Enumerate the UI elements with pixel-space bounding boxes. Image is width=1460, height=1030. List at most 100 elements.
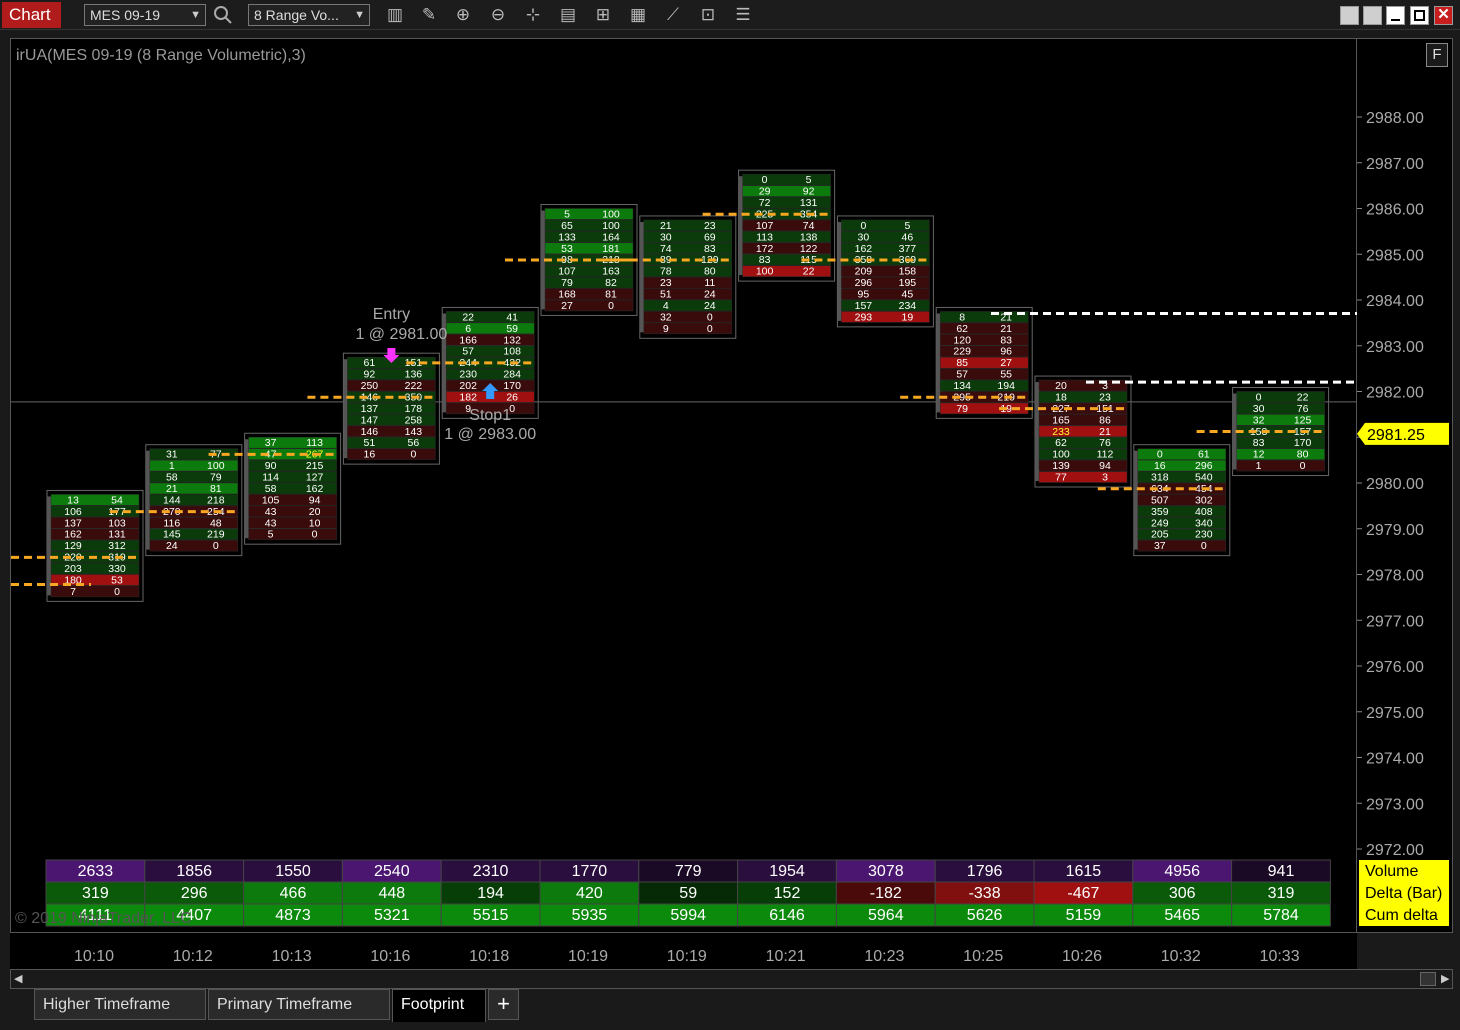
horizontal-scrollbar[interactable]: ◀ ▶ bbox=[10, 969, 1453, 989]
chart-title[interactable]: Chart bbox=[2, 2, 61, 28]
bid-volume: 296 bbox=[855, 277, 873, 289]
footprint-cell bbox=[1236, 391, 1325, 403]
scroll-left-icon[interactable]: ◀ bbox=[14, 972, 22, 985]
ask-volume: 61 bbox=[1198, 449, 1210, 461]
time-label: 10:33 bbox=[1260, 948, 1300, 965]
bid-volume: 74 bbox=[660, 243, 672, 255]
bid-volume: 146 bbox=[361, 426, 379, 438]
time-axis[interactable]: 10:10 10:12 10:13 10:16 10:18 10:19 10:19 10:21… bbox=[10, 933, 1357, 969]
indicators-icon[interactable]: ▦ bbox=[627, 4, 649, 26]
delta-cell-value: 319 bbox=[1268, 885, 1295, 902]
footprint-cell bbox=[1137, 539, 1227, 552]
templates-icon[interactable]: ⊡ bbox=[697, 4, 719, 26]
footprint-cell bbox=[544, 219, 634, 232]
time-label: 10:32 bbox=[1161, 948, 1201, 965]
bid-volume: 61 bbox=[364, 357, 376, 369]
close-icon[interactable]: ✕ bbox=[1434, 6, 1453, 25]
ask-volume: 0 bbox=[114, 586, 120, 598]
ask-volume: 112 bbox=[1097, 449, 1114, 461]
footprint-cell bbox=[149, 471, 239, 483]
time-label: 10:10 bbox=[74, 948, 114, 965]
price-label: 2983.00 bbox=[1366, 339, 1424, 356]
bar-type-selector[interactable]: 8 Range Vo... ▼ bbox=[248, 4, 370, 26]
ask-volume: 22 bbox=[803, 266, 815, 278]
footprint-cell bbox=[445, 311, 535, 323]
drawing-tool-icon[interactable]: ✎ bbox=[418, 4, 440, 26]
chevron-down-icon: ▼ bbox=[190, 9, 201, 21]
footprint-cell bbox=[1038, 437, 1128, 449]
bid-volume: 58 bbox=[166, 472, 178, 484]
minimize-icon[interactable] bbox=[1386, 6, 1405, 25]
ask-volume: 83 bbox=[704, 243, 716, 255]
strategies-icon[interactable]: ⟋ bbox=[662, 4, 684, 26]
zoom-in-icon[interactable]: ⊕ bbox=[452, 4, 474, 26]
tab-higher-timeframe[interactable]: Higher Timeframe bbox=[34, 989, 206, 1020]
ask-volume: 53 bbox=[111, 574, 123, 586]
footprint-cell bbox=[643, 276, 733, 289]
data-box-icon[interactable]: ▤ bbox=[557, 4, 579, 26]
bid-volume: 57 bbox=[956, 369, 968, 381]
ask-volume: 0 bbox=[213, 540, 219, 552]
price-axis-svg: 2988.00 2987.00 2986.00 2985.00 2984.00 2983.… bbox=[1357, 110, 1449, 926]
scrollbar-thumb[interactable] bbox=[1420, 972, 1436, 986]
instrument-selector[interactable]: MES 09-19 ▼ bbox=[84, 4, 206, 26]
price-label: 2977.00 bbox=[1366, 613, 1424, 630]
scroll-right-icon[interactable]: ▶ bbox=[1441, 972, 1449, 985]
time-label: 10:13 bbox=[272, 948, 312, 965]
footprint-cell bbox=[643, 265, 733, 277]
footprint-cell bbox=[149, 539, 239, 552]
ask-volume: 181 bbox=[602, 243, 620, 255]
bid-volume: 27 bbox=[561, 300, 573, 312]
footprint-cell bbox=[248, 482, 337, 495]
link-icon[interactable] bbox=[1363, 6, 1382, 25]
bid-volume: 1 bbox=[1256, 460, 1262, 472]
ask-volume: 0 bbox=[1201, 540, 1207, 552]
price-label: 2982.00 bbox=[1366, 385, 1424, 402]
bid-volume: 62 bbox=[956, 323, 968, 335]
volume-cell-value: 3078 bbox=[868, 863, 904, 880]
ask-volume: 296 bbox=[1195, 460, 1213, 472]
pin-icon[interactable] bbox=[1340, 6, 1359, 25]
footprint-cell bbox=[643, 299, 733, 312]
ask-volume: 122 bbox=[800, 243, 818, 255]
footprint-cell bbox=[50, 494, 140, 506]
menu-list-icon[interactable]: ☰ bbox=[732, 4, 754, 26]
footprint-cell bbox=[1236, 448, 1325, 460]
crosshair-icon[interactable]: ⊹ bbox=[522, 4, 544, 26]
bid-volume: 293 bbox=[855, 311, 873, 323]
chart-panel[interactable]: irUA(MES 09-19 (8 Range Volumetric),3) 13… bbox=[10, 38, 1358, 933]
footprint-cell bbox=[544, 242, 634, 254]
volume-cell-value: 1550 bbox=[275, 863, 311, 880]
time-label: 10:23 bbox=[864, 948, 904, 965]
ask-volume: 76 bbox=[1297, 403, 1309, 415]
bid-volume: 51 bbox=[364, 437, 376, 449]
bid-volume: 37 bbox=[265, 437, 277, 449]
ask-volume: 10 bbox=[309, 517, 321, 529]
bid-volume: 249 bbox=[1151, 517, 1169, 529]
tab-footprint[interactable]: Footprint bbox=[392, 989, 486, 1022]
zoom-out-icon[interactable]: ⊖ bbox=[487, 4, 509, 26]
bid-volume: 83 bbox=[759, 254, 771, 266]
search-icon[interactable] bbox=[212, 4, 234, 26]
add-tab-button[interactable]: + bbox=[488, 989, 519, 1020]
ask-volume: 127 bbox=[306, 472, 324, 484]
ask-volume: 74 bbox=[803, 220, 815, 232]
summary-row-label: Cum delta bbox=[1365, 907, 1438, 924]
ask-volume: 83 bbox=[1000, 334, 1012, 346]
bid-volume: 157 bbox=[855, 300, 873, 312]
bar-type-icon[interactable]: ▥ bbox=[384, 4, 406, 26]
f-button[interactable]: F bbox=[1426, 43, 1448, 67]
bid-volume: 129 bbox=[64, 540, 82, 552]
tab-primary-timeframe[interactable]: Primary Timeframe bbox=[208, 989, 390, 1020]
ask-volume: 164 bbox=[602, 231, 620, 243]
footprint-cell bbox=[445, 322, 535, 335]
price-axis[interactable]: 2988.00 2987.00 2986.00 2985.00 2984.00 2983.… bbox=[1357, 38, 1453, 933]
maximize-icon[interactable] bbox=[1410, 6, 1429, 25]
footprint-cell bbox=[841, 231, 930, 243]
bid-volume: 5 bbox=[564, 208, 570, 220]
properties-icon[interactable]: ⊞ bbox=[592, 4, 614, 26]
bid-volume: 32 bbox=[660, 311, 672, 323]
ask-volume: 178 bbox=[405, 403, 423, 415]
cum-delta-cell-value: 5784 bbox=[1263, 907, 1299, 924]
time-label: 10:25 bbox=[963, 948, 1003, 965]
